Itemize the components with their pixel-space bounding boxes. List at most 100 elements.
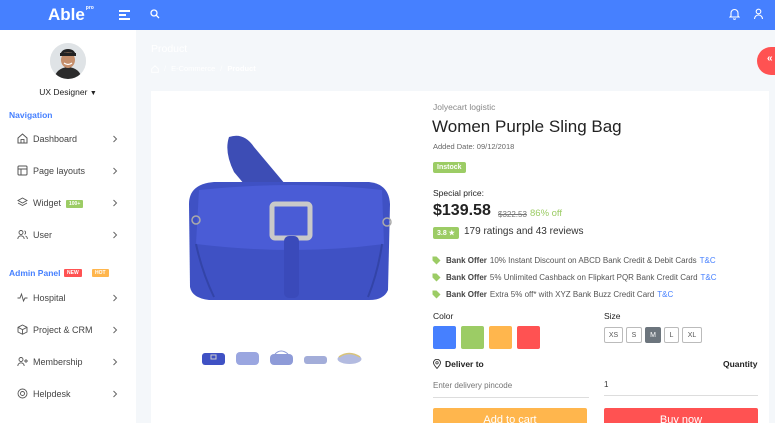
- discount-text: 86% off: [530, 208, 563, 219]
- thumbnail-4[interactable]: [302, 348, 329, 366]
- terms-link[interactable]: T&C: [700, 256, 716, 265]
- breadcrumb-product: Product: [227, 64, 256, 73]
- navigation-section-label: Navigation: [9, 110, 53, 120]
- brand-logo[interactable]: Able pro: [48, 5, 94, 25]
- thumbnail-2[interactable]: [234, 348, 261, 366]
- sidebar-item-dashboard[interactable]: Dashboard: [0, 128, 136, 150]
- color-swatch-green[interactable]: [461, 326, 484, 349]
- product-image[interactable]: [174, 132, 404, 317]
- help-circle-icon: [17, 388, 28, 399]
- map-pin-icon: [433, 359, 441, 369]
- search-icon[interactable]: [150, 9, 160, 19]
- menu-toggle-icon[interactable]: [119, 10, 130, 20]
- size-option-xl[interactable]: XL: [682, 327, 702, 343]
- home-icon[interactable]: [151, 64, 159, 73]
- special-price-label: Special price:: [433, 188, 485, 198]
- brand-badge: pro: [85, 5, 94, 11]
- buy-now-button[interactable]: Buy now: [604, 408, 758, 423]
- bell-icon[interactable]: [729, 8, 740, 20]
- thumbnail-3[interactable]: [268, 348, 295, 366]
- chevron-right-icon: [113, 390, 118, 398]
- sidebar-item-user[interactable]: User: [0, 224, 136, 246]
- chevron-right-icon: [113, 167, 118, 175]
- offer-item: Bank Offer 5% Unlimited Cashback on Flip…: [432, 273, 717, 282]
- size-label: Size: [604, 311, 621, 321]
- terms-link[interactable]: T&C: [657, 290, 673, 299]
- hot-badge: HOT: [92, 269, 109, 277]
- sidebar-item-label: Widget: [33, 198, 62, 208]
- offer-title: Bank Offer: [446, 273, 487, 282]
- home-icon: [17, 133, 28, 144]
- offer-item: Bank Offer Extra 5% off* with XYZ Bank B…: [432, 290, 673, 299]
- tag-icon: [432, 273, 441, 282]
- user-plus-icon: [17, 357, 28, 367]
- thumbnail-1[interactable]: [200, 348, 227, 366]
- sidebar-item-project-crm[interactable]: Project & CRM: [0, 319, 136, 341]
- store-name[interactable]: Jolyecart logistic: [433, 102, 495, 112]
- deliver-to-text: Deliver to: [445, 359, 484, 369]
- breadcrumb-ecommerce[interactable]: E-Commerce: [171, 64, 215, 73]
- back-button[interactable]: «: [757, 47, 775, 75]
- users-icon: [17, 230, 28, 240]
- double-chevron-left-icon: «: [767, 53, 773, 64]
- chevron-right-icon: [113, 231, 118, 239]
- product-card: Jolyecart logistic Women Purple Sling Ba…: [151, 91, 769, 423]
- chevron-right-icon: [113, 326, 118, 334]
- quantity-label: Quantity: [723, 359, 758, 369]
- size-option-xs[interactable]: XS: [604, 327, 623, 343]
- admin-panel-section-label: Admin Panel: [9, 268, 61, 278]
- deliver-to-label: Deliver to: [433, 359, 484, 369]
- color-swatch-blue[interactable]: [433, 326, 456, 349]
- top-bar: Able pro: [0, 0, 775, 30]
- user-icon[interactable]: [753, 8, 764, 20]
- thumbnail-5[interactable]: [336, 348, 363, 366]
- color-swatch-red[interactable]: [517, 326, 540, 349]
- tag-icon: [432, 290, 441, 299]
- new-badge: NEW: [64, 269, 82, 277]
- terms-link[interactable]: T&C: [701, 273, 717, 282]
- sidebar-item-label: User: [33, 230, 53, 240]
- avatar[interactable]: [50, 43, 86, 79]
- sidebar-item-label: Hospital: [33, 293, 66, 303]
- page-title: Product: [151, 43, 188, 55]
- user-menu-toggle[interactable]: UX Designer ▼: [0, 87, 136, 97]
- sidebar-item-membership[interactable]: Membership: [0, 351, 136, 373]
- sidebar-item-helpdesk[interactable]: Helpdesk: [0, 383, 136, 405]
- brand-name: Able: [48, 5, 85, 24]
- add-to-cart-button[interactable]: Add to cart: [433, 408, 587, 423]
- offer-text: Extra 5% off* with XYZ Bank Buzz Credit …: [489, 290, 655, 299]
- ratings-summary: 179 ratings and 43 reviews: [464, 226, 584, 237]
- size-option-m[interactable]: M: [645, 327, 661, 343]
- stock-status-badge: Instock: [433, 162, 466, 173]
- color-swatch-orange[interactable]: [489, 326, 512, 349]
- brand: Able pro: [0, 0, 136, 30]
- sidebar-item-label: Helpdesk: [33, 389, 71, 399]
- offer-text: 5% Unlimited Cashback on Flipkart PQR Ba…: [489, 273, 698, 282]
- avatar-image: [50, 43, 86, 79]
- widget-count-badge: 100+: [66, 200, 84, 208]
- offer-title: Bank Offer: [446, 290, 487, 299]
- offer-title: Bank Offer: [446, 256, 487, 265]
- user-name: UX Designer: [39, 87, 88, 97]
- sidebar-item-label: Dashboard: [33, 134, 78, 144]
- size-option-s[interactable]: S: [626, 327, 642, 343]
- activity-icon: [17, 292, 28, 303]
- sidebar-item-page-layouts[interactable]: Page layouts: [0, 160, 136, 182]
- product-name: Women Purple Sling Bag: [432, 117, 622, 136]
- tag-icon: [432, 256, 441, 265]
- layers-icon: [17, 197, 28, 207]
- caret-down-icon: ▼: [89, 90, 97, 97]
- quantity-input[interactable]: [604, 374, 758, 396]
- chevron-right-icon: [113, 199, 118, 207]
- product-price: $139.58: [433, 202, 491, 219]
- layout-icon: [17, 165, 28, 176]
- sidebar-item-widget[interactable]: Widget 100+: [0, 192, 136, 214]
- original-price: $322.53: [498, 210, 527, 219]
- chevron-right-icon: [113, 358, 118, 366]
- size-option-l[interactable]: L: [664, 327, 679, 343]
- color-label: Color: [433, 311, 454, 321]
- sidebar-item-hospital[interactable]: Hospital: [0, 287, 136, 309]
- offer-text: 10% Instant Discount on ABCD Bank Credit…: [489, 256, 697, 265]
- thumbnail-strip: [200, 348, 363, 366]
- pincode-input[interactable]: [433, 374, 589, 398]
